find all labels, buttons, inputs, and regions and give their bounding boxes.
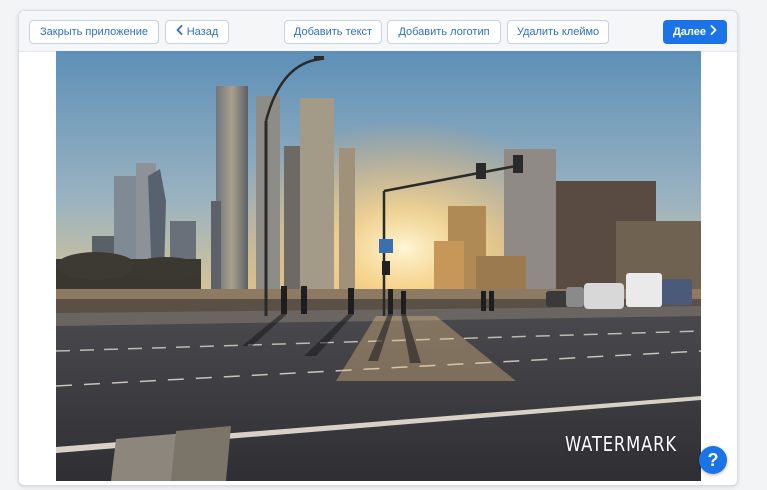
add-logo-label: Добавить логотип [398, 26, 490, 38]
back-label: Назад [186, 26, 219, 38]
help-button[interactable]: ? [699, 446, 727, 474]
watermark-text[interactable]: WATERMARK [565, 432, 677, 456]
chevron-right-icon [710, 21, 717, 43]
back-button[interactable]: Назад [165, 20, 229, 44]
close-app-button[interactable]: Закрыть приложение [29, 20, 159, 44]
remove-watermark-label: Удалить клеймо [516, 26, 600, 38]
add-logo-button[interactable]: Добавить логотип [387, 20, 501, 44]
city-sunset-photo [56, 51, 701, 481]
add-text-label: Добавить текст [293, 26, 373, 38]
next-button[interactable]: Далее [663, 20, 727, 44]
next-label: Далее [672, 26, 707, 38]
remove-watermark-button[interactable]: Удалить клеймо [507, 20, 609, 44]
close-app-label: Закрыть приложение [40, 26, 148, 38]
editor-card: Закрыть приложение Назад Добавить текст … [18, 10, 738, 486]
add-text-button[interactable]: Добавить текст [284, 20, 382, 44]
toolbar: Закрыть приложение Назад Добавить текст … [19, 11, 737, 52]
question-icon: ? [707, 450, 719, 470]
photo-canvas[interactable]: WATERMARK [56, 51, 701, 481]
chevron-left-icon [176, 21, 183, 43]
